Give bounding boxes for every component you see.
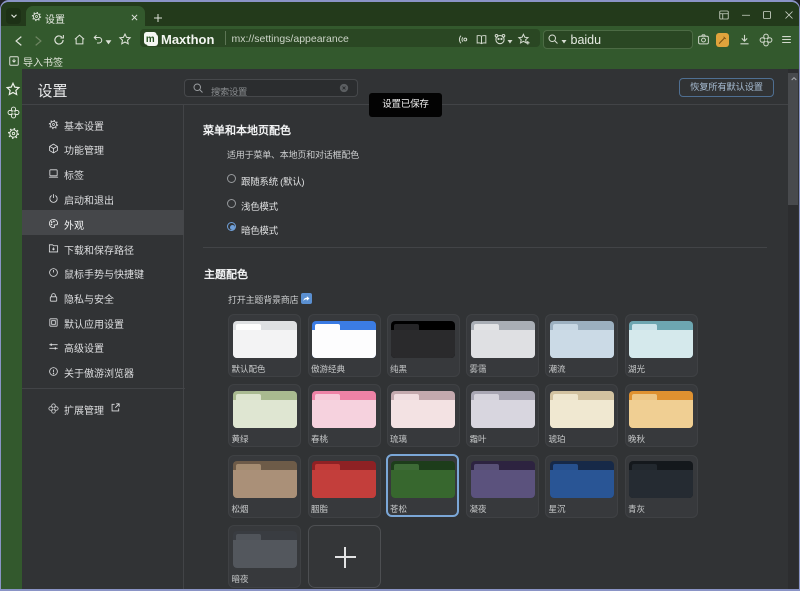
svg-text:m: m [146, 34, 155, 45]
